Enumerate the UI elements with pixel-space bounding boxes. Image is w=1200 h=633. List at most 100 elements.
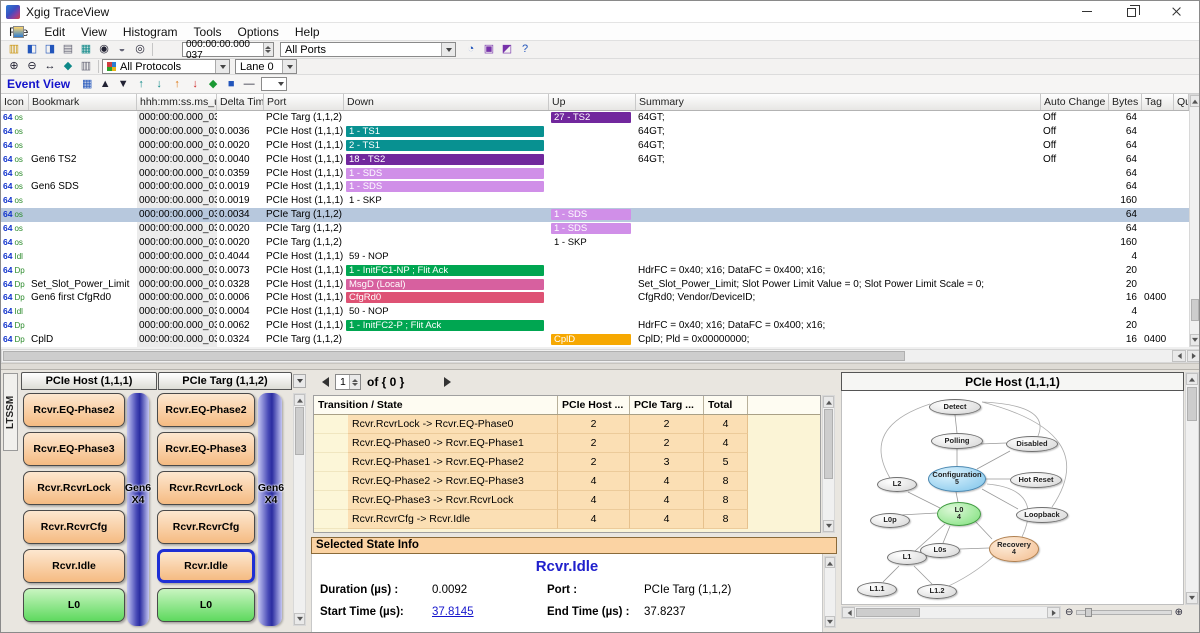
ltssm-node-l1-2[interactable]: L1.2 <box>917 584 957 599</box>
zoom-out-icon[interactable]: ⊖ <box>23 59 41 74</box>
start-time-link[interactable]: 37.8145 <box>432 606 474 618</box>
open-trace-icon[interactable]: ▥ <box>5 42 23 57</box>
scroll-up-button[interactable] <box>823 396 834 408</box>
menu-item[interactable]: View <box>73 24 115 40</box>
ltssm-targ-header[interactable]: PCIe Targ (1,1,2) <box>158 372 292 390</box>
table-row[interactable]: 64os 000:00:00.000_037 0.0020 PCIe Targ … <box>1 236 1189 250</box>
columns-icon[interactable]: ■ <box>222 77 240 92</box>
scroll-right-button[interactable] <box>1187 350 1200 362</box>
ltssm-node-l1-1[interactable]: L1.1 <box>857 582 897 597</box>
column-header-delta[interactable]: Delta Time <box>217 94 264 110</box>
scroll-up-button[interactable] <box>1186 373 1198 385</box>
table-row[interactable]: 64os 000:00:00.000_037 0.0359 PCIe Host … <box>1 167 1189 181</box>
scrollbar-thumb[interactable] <box>1187 387 1197 421</box>
ltssm-node-loopback[interactable]: Loopback <box>1016 507 1068 523</box>
next-error-icon[interactable]: ↓ <box>186 77 204 92</box>
decoder-icon[interactable]: ◩ <box>498 42 516 57</box>
time-spinner[interactable] <box>263 43 273 56</box>
next-page-button[interactable] <box>441 375 455 389</box>
scroll-down-button[interactable] <box>1190 334 1200 346</box>
scroll-down-button[interactable] <box>825 616 835 627</box>
ltssm-state[interactable]: Rcvr.Idle <box>23 549 125 583</box>
capture-icon[interactable]: ◉ <box>95 42 113 57</box>
table-vertical-scrollbar[interactable] <box>1189 94 1200 347</box>
transition-row[interactable]: Rcvr.EQ-Phase3 -> Rcvr.RcvrLock 4 4 8 <box>314 491 820 510</box>
ltssm-scrollbar[interactable] <box>293 393 306 626</box>
scrollbar-thumb[interactable] <box>3 351 905 361</box>
column-header-transition[interactable]: Transition / State <box>314 396 558 414</box>
ltssm-header-dropdown[interactable] <box>293 374 306 388</box>
zoom-in-icon[interactable]: ⊕ <box>5 59 23 74</box>
table-row[interactable]: 64Dp CplD 000:00:00.000_038 0.0324 PCIe … <box>1 333 1189 347</box>
scroll-down-button[interactable] <box>294 613 305 625</box>
settings-icon[interactable]: ◒ <box>113 42 131 57</box>
scroll-right-button[interactable] <box>1047 607 1060 618</box>
scroll-up-button[interactable] <box>825 557 835 568</box>
zoom-slider-thumb[interactable] <box>1085 608 1092 617</box>
minimize-button[interactable] <box>1064 1 1109 22</box>
column-header-bookmark[interactable]: Bookmark <box>29 94 137 110</box>
column-header-bytes[interactable]: Bytes <box>1109 94 1142 110</box>
zoom-fit-icon[interactable]: ↔ <box>41 59 59 74</box>
column-header-tag[interactable]: Tag <box>1142 94 1174 110</box>
table-row[interactable]: 64Dp 000:00:00.000_038 0.0073 PCIe Host … <box>1 264 1189 278</box>
ltssm-node-hot-reset[interactable]: Hot Reset <box>1010 472 1062 488</box>
table-row[interactable]: 64os 000:00:00.000_037 0.0036 PCIe Host … <box>1 125 1189 139</box>
menu-item[interactable]: Tools <box>186 24 230 40</box>
ltssm-node-recovery[interactable]: Recovery4 <box>989 536 1039 562</box>
scroll-up-button[interactable] <box>1190 95 1200 107</box>
horizontal-splitter[interactable] <box>1 363 1200 370</box>
marker-icon[interactable]: ◆ <box>59 59 77 74</box>
ltssm-node-disabled[interactable]: Disabled <box>1006 436 1058 452</box>
chevron-down-icon[interactable] <box>215 60 229 73</box>
menu-item[interactable]: Histogram <box>115 24 186 40</box>
grid-view-icon[interactable]: ▦ <box>78 77 96 92</box>
ltssm-state[interactable]: Rcvr.EQ-Phase2 <box>23 393 125 427</box>
restore-button[interactable] <box>1109 1 1154 22</box>
diagram-vertical-scrollbar[interactable] <box>1185 372 1199 605</box>
table-row[interactable]: 64Dp Set_Slot_Power_Limit 000:00:00.000_… <box>1 278 1189 292</box>
table-row[interactable]: 64Idl 000:00:00.000_038 0.0004 PCIe Host… <box>1 305 1189 319</box>
table-row[interactable]: 64os 000:00:00.000_037 0.0019 PCIe Host … <box>1 194 1189 208</box>
column-header-port[interactable]: Port <box>264 94 344 110</box>
transition-row[interactable]: Rcvr.EQ-Phase0 -> Rcvr.EQ-Phase1 2 2 4 <box>314 434 820 453</box>
menu-item[interactable]: Options <box>230 24 287 40</box>
analyzer-icon[interactable]: ▣ <box>480 42 498 57</box>
table-row[interactable]: 64Idl 000:00:00.000_038 0.4044 PCIe Host… <box>1 250 1189 264</box>
prev-event-icon[interactable]: ↑ <box>132 77 150 92</box>
column-header-down[interactable]: Down <box>344 94 549 110</box>
collapse-icon[interactable]: — <box>240 77 258 92</box>
column-header-targ[interactable]: PCIe Targ ... <box>630 396 704 414</box>
search-icon[interactable]: ◎ <box>131 42 149 57</box>
prev-page-button[interactable] <box>317 375 331 389</box>
chevron-down-icon[interactable] <box>282 60 296 73</box>
scrollbar-thumb[interactable] <box>1191 299 1199 321</box>
scroll-left-button[interactable] <box>1172 350 1186 362</box>
protocols-combo[interactable]: All Protocols <box>102 59 230 74</box>
print-icon[interactable]: ▤ <box>59 42 77 57</box>
ltssm-node-l0p[interactable]: L0p <box>870 513 910 528</box>
lane-combo[interactable]: Lane 0 <box>235 59 297 74</box>
table-horizontal-scrollbar[interactable] <box>1 349 1200 363</box>
column-header-auto-change[interactable]: Auto Change <box>1041 94 1109 110</box>
diagram-horizontal-scrollbar[interactable] <box>841 606 1061 619</box>
sort-asc-icon[interactable]: ▲ <box>96 77 114 92</box>
save-icon[interactable]: ◧ <box>23 42 41 57</box>
page-spinner-arrows[interactable] <box>349 375 360 389</box>
zoom-slider[interactable] <box>1076 610 1171 615</box>
ltssm-state[interactable]: Rcvr.RcvrLock <box>157 471 255 505</box>
ltssm-state[interactable]: Rcvr.RcvrLock <box>23 471 125 505</box>
ltssm-node-configuration[interactable]: Configuration5 <box>928 466 986 492</box>
table-row[interactable]: 64os 000:00:00.000_037 0.0020 PCIe Targ … <box>1 222 1189 236</box>
scrollbar-thumb[interactable] <box>856 608 920 617</box>
table-row[interactable]: 64os 000:00:00.000_037 PCIe Targ (1,1,2)… <box>1 111 1189 125</box>
page-spinner[interactable]: 1 <box>335 374 361 390</box>
lanes-icon[interactable]: ▥ <box>77 59 95 74</box>
column-header-time[interactable]: hhh:mm:ss.ms_us <box>137 94 217 110</box>
table-row[interactable]: 64Dp Gen6 first CfgRd0 000:00:00.000_038… <box>1 291 1189 305</box>
transition-row[interactable]: Rcvr.EQ-Phase1 -> Rcvr.EQ-Phase2 2 3 5 <box>314 453 820 472</box>
trigger-time-field[interactable]: 000:00:00.000 037 <box>182 42 274 57</box>
decode-level-icon[interactable]: ◆ <box>204 77 222 92</box>
state-info-scrollbar[interactable] <box>824 556 836 628</box>
scroll-down-button[interactable] <box>823 520 834 532</box>
